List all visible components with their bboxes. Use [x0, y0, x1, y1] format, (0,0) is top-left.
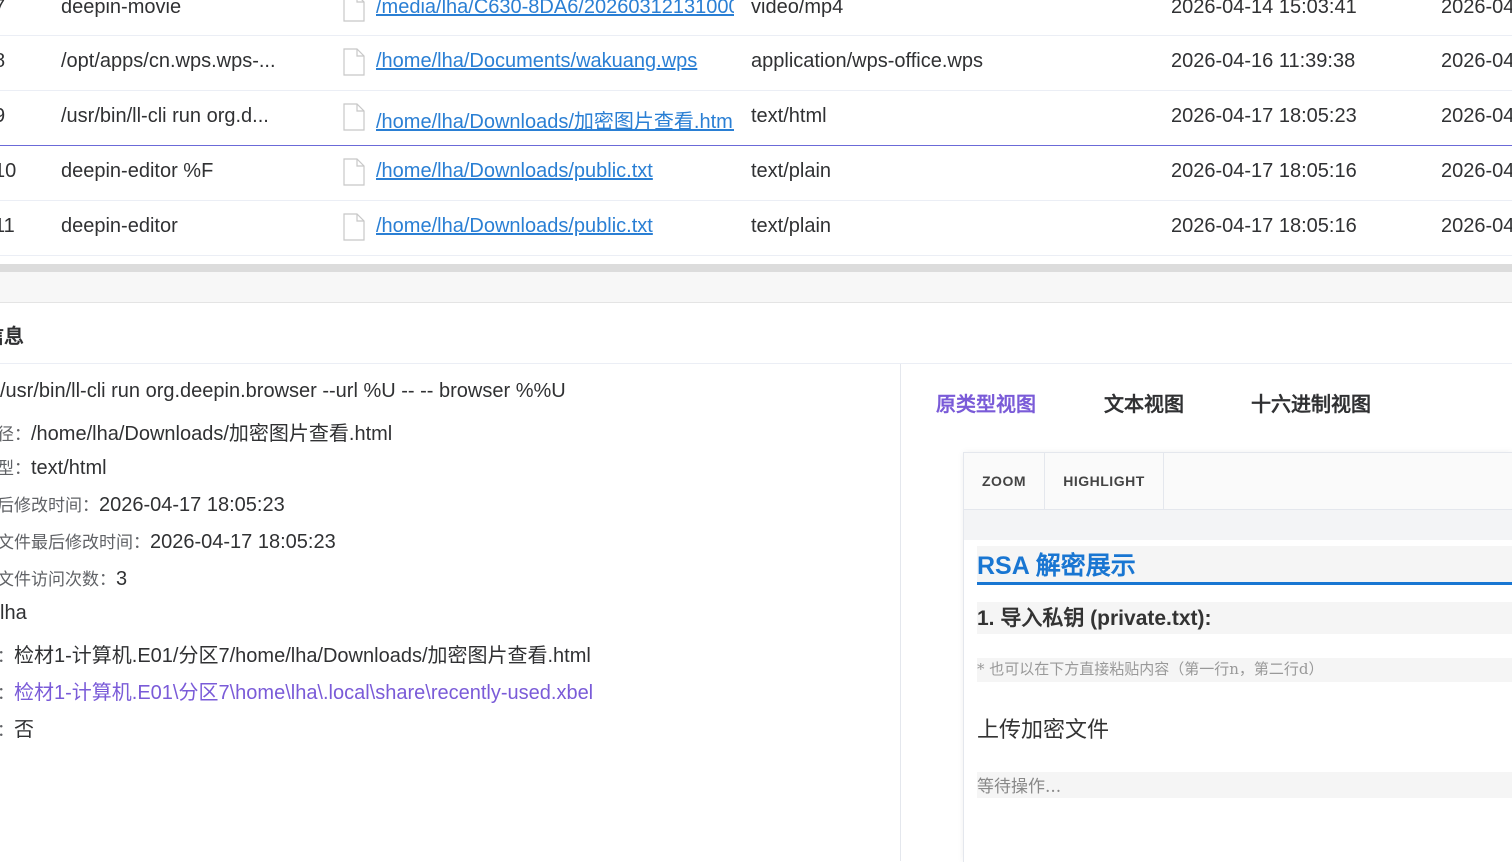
row-application: deepin-editor: [61, 215, 178, 237]
row-modify-time: 2026-04: [1441, 50, 1512, 72]
detail-row-source-path: ：检材1-计算机.E01/分区7/home/lha/Downloads/加密图片…: [0, 639, 591, 669]
panel-gap: [0, 272, 1512, 303]
detail-label: 型：: [0, 459, 31, 478]
detail-label: ：: [0, 642, 14, 667]
document-step-heading: 1. 导入私钥 (private.txt):: [977, 602, 1512, 634]
row-mime-type: video/mp4: [751, 0, 844, 18]
row-file-path-link[interactable]: /home/lha/Downloads/public.txt: [376, 160, 734, 183]
row-index: 8: [0, 50, 34, 73]
file-icon: [343, 0, 365, 22]
row-application: /usr/bin/ll-cli run org.d...: [61, 105, 269, 127]
row-access-time: 2026-04-17 18:05:16: [1171, 215, 1357, 237]
recent-files-table: 7 deepin-movie /media/lha/C630-8DA6/2026…: [0, 0, 1512, 256]
detail-label: 文件最后修改时间：: [0, 533, 150, 552]
table-row[interactable]: 8 /opt/apps/cn.wps.wps-... /home/lha/Doc…: [0, 36, 1512, 91]
detail-label: 后修改时间：: [0, 496, 99, 515]
detail-label: 径：: [0, 425, 31, 444]
detail-value: text/html: [31, 457, 107, 479]
document-title: RSA 解密展示: [977, 546, 1512, 585]
highlight-button[interactable]: HIGHLIGHT: [1045, 453, 1164, 509]
row-mime-type: application/wps-office.wps: [751, 50, 983, 72]
row-mime-type: text/html: [751, 105, 827, 127]
row-modify-time: 2026-04: [1441, 0, 1512, 18]
detail-value: 2026-04-17 18:05:23: [99, 494, 285, 516]
file-icon: [343, 48, 365, 76]
detail-value: 2026-04-17 18:05:23: [150, 531, 336, 553]
tab-text-view[interactable]: 文本视图: [1104, 388, 1184, 417]
detail-row-file-modified: 文件最后修改时间：2026-04-17 18:05:23: [0, 528, 336, 558]
detail-value: lha: [0, 602, 27, 624]
detail-row-deleted: ：否: [0, 713, 34, 743]
row-access-time: 2026-04-14 15:03:41: [1171, 0, 1357, 18]
file-icon: [343, 103, 365, 131]
section-title: 信息: [0, 326, 24, 348]
row-index: 7: [0, 0, 34, 19]
detail-value: 检材1-计算机.E01/分区7/home/lha/Downloads/加密图片查…: [14, 645, 591, 667]
document-note: * 也可以在下方直接粘贴内容（第一行n，第二行d）: [977, 658, 1512, 682]
document-status: 等待操作...: [977, 772, 1512, 798]
detail-value: 否: [14, 719, 34, 741]
table-row-selected[interactable]: 9 /usr/bin/ll-cli run org.d... /home/lha…: [0, 91, 1512, 146]
detail-value: /usr/bin/ll-cli run org.deepin.browser -…: [0, 380, 566, 402]
detail-row-command: /usr/bin/ll-cli run org.deepin.browser -…: [0, 380, 566, 410]
zoom-button[interactable]: ZOOM: [964, 453, 1045, 509]
table-row[interactable]: 7 deepin-movie /media/lha/C630-8DA6/2026…: [0, 0, 1512, 36]
row-access-time: 2026-04-17 18:05:23: [1171, 105, 1357, 127]
document-header-band: [964, 510, 1512, 540]
detail-row-mime: 型：text/html: [0, 454, 107, 484]
detail-row-user: lha: [0, 602, 27, 632]
row-application: deepin-movie: [61, 0, 182, 18]
detail-label: ：: [0, 716, 14, 741]
detail-value: 3: [116, 568, 128, 590]
row-access-time: 2026-04-16 11:39:38: [1171, 50, 1356, 72]
detail-row-path: 径：/home/lha/Downloads/加密图片查看.html: [0, 417, 392, 447]
row-modify-time: 2026-04: [1441, 160, 1512, 182]
table-row[interactable]: 11 deepin-editor /home/lha/Downloads/pub…: [0, 201, 1512, 256]
row-file-path-link[interactable]: /home/lha/Downloads/public.txt: [376, 215, 734, 238]
row-access-time: 2026-04-17 18:05:16: [1171, 160, 1357, 182]
preview-toolbar: ZOOM HIGHLIGHT: [964, 453, 1512, 510]
row-application: deepin-editor %F: [61, 160, 214, 182]
document-upload-heading: 上传加密文件: [977, 717, 1110, 742]
row-mime-type: text/plain: [751, 215, 832, 237]
row-index: 11: [0, 215, 15, 237]
detail-row-evidence-source: ：检材1-计算机.E01\分区7\home\lha\.local\share\r…: [0, 676, 593, 706]
tab-original-view[interactable]: 原类型视图: [936, 388, 1036, 417]
evidence-source-link[interactable]: 检材1-计算机.E01\分区7\home\lha\.local\share\re…: [14, 676, 593, 705]
section-divider: [0, 363, 1512, 364]
detail-row-access-count: 文件访问次数：3: [0, 565, 127, 595]
panel-resize-handle[interactable]: [0, 264, 1512, 272]
detail-value: /home/lha/Downloads/加密图片查看.html: [31, 423, 393, 445]
file-icon: [343, 213, 365, 241]
table-row[interactable]: 10 deepin-editor %F /home/lha/Downloads/…: [0, 146, 1512, 201]
row-application: /opt/apps/cn.wps.wps-...: [61, 50, 276, 72]
vertical-divider: [900, 364, 901, 861]
file-icon: [343, 158, 365, 186]
row-mime-type: text/plain: [751, 160, 832, 182]
row-file-path-link[interactable]: /media/lha/C630-8DA6/20260312131000: [376, 0, 734, 19]
row-index: 10: [0, 160, 17, 182]
row-file-path-link[interactable]: /home/lha/Downloads/加密图片查看.html: [376, 105, 734, 134]
detail-label: 文件访问次数：: [0, 570, 116, 589]
row-index: 9: [0, 105, 34, 128]
detail-label: ：: [0, 679, 14, 704]
tab-hex-view[interactable]: 十六进制视图: [1251, 388, 1371, 417]
html-preview-panel: ZOOM HIGHLIGHT RSA 解密展示 1. 导入私钥 (private…: [963, 452, 1512, 862]
row-file-path-link[interactable]: /home/lha/Documents/wakuang.wps: [376, 50, 734, 73]
detail-row-modified: 后修改时间：2026-04-17 18:05:23: [0, 491, 285, 521]
row-modify-time: 2026-04: [1441, 105, 1512, 127]
rendered-document: RSA 解密展示 1. 导入私钥 (private.txt): * 也可以在下方…: [964, 510, 1512, 862]
row-modify-time: 2026-04: [1441, 215, 1512, 237]
